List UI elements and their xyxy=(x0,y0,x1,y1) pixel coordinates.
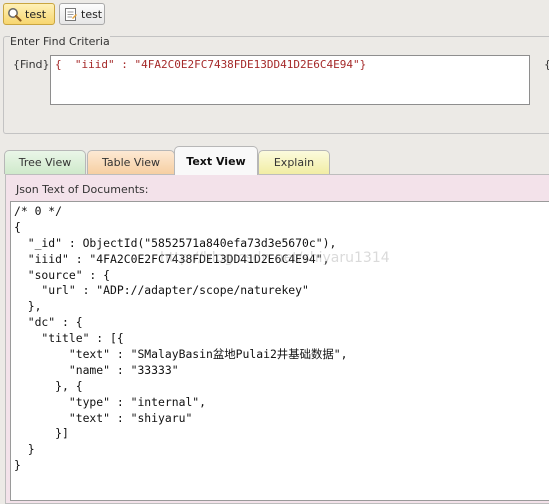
find-query-text: { "iiid" : "4FA2C0E2FC7438FDE13DD41D2E6C… xyxy=(55,58,367,71)
search-icon xyxy=(7,7,22,22)
json-line: /* 0 */ xyxy=(14,204,63,218)
tab-text-view[interactable]: Text View xyxy=(174,146,258,175)
watermark-text: http://blog.csdn.net/shiyaru1314 xyxy=(160,250,390,266)
tab-explain[interactable]: Explain xyxy=(258,150,330,174)
json-line: } xyxy=(14,442,35,457)
tab-table-view[interactable]: Table View xyxy=(87,150,175,174)
document-icon xyxy=(63,7,78,22)
doc-tab-document[interactable]: test xyxy=(59,3,105,25)
json-line: "text" : "shiyaru" xyxy=(14,410,193,425)
json-line: "name" : "33333" xyxy=(14,362,179,377)
find-query-input[interactable]: { "iiid" : "4FA2C0E2FC7438FDE13DD41D2E6C… xyxy=(50,55,530,105)
find-right-label: { xyxy=(544,58,549,71)
find-criteria-title: Enter Find Criteria xyxy=(10,35,110,48)
find-label: {Find} xyxy=(13,58,50,71)
json-line: }, xyxy=(14,299,42,314)
json-line: "type" : "internal", xyxy=(14,394,207,409)
json-text-label: Json Text of Documents: xyxy=(16,183,149,196)
json-text-area[interactable]: /* 0 */{ "_id" : ObjectId("5852571a840ef… xyxy=(10,201,549,501)
json-line: "text" : "SMalayBasin盆地Pulai2井基础数据", xyxy=(14,347,348,362)
tab-tree-view[interactable]: Tree View xyxy=(4,150,86,174)
doc-tab-label: test xyxy=(81,7,103,21)
json-line: "title" : [{ xyxy=(14,331,124,346)
json-line: }] xyxy=(14,426,69,441)
json-line: "source" : { xyxy=(14,267,111,282)
json-line: "url" : "ADP://adapter/scope/naturekey" xyxy=(14,283,309,298)
json-line: { xyxy=(14,219,21,234)
doc-tab-label: test xyxy=(25,7,47,21)
json-line: } xyxy=(14,458,21,473)
json-line: }, { xyxy=(14,378,83,393)
json-line: "dc" : { xyxy=(14,315,83,330)
doc-tab-search[interactable]: test xyxy=(3,3,55,25)
